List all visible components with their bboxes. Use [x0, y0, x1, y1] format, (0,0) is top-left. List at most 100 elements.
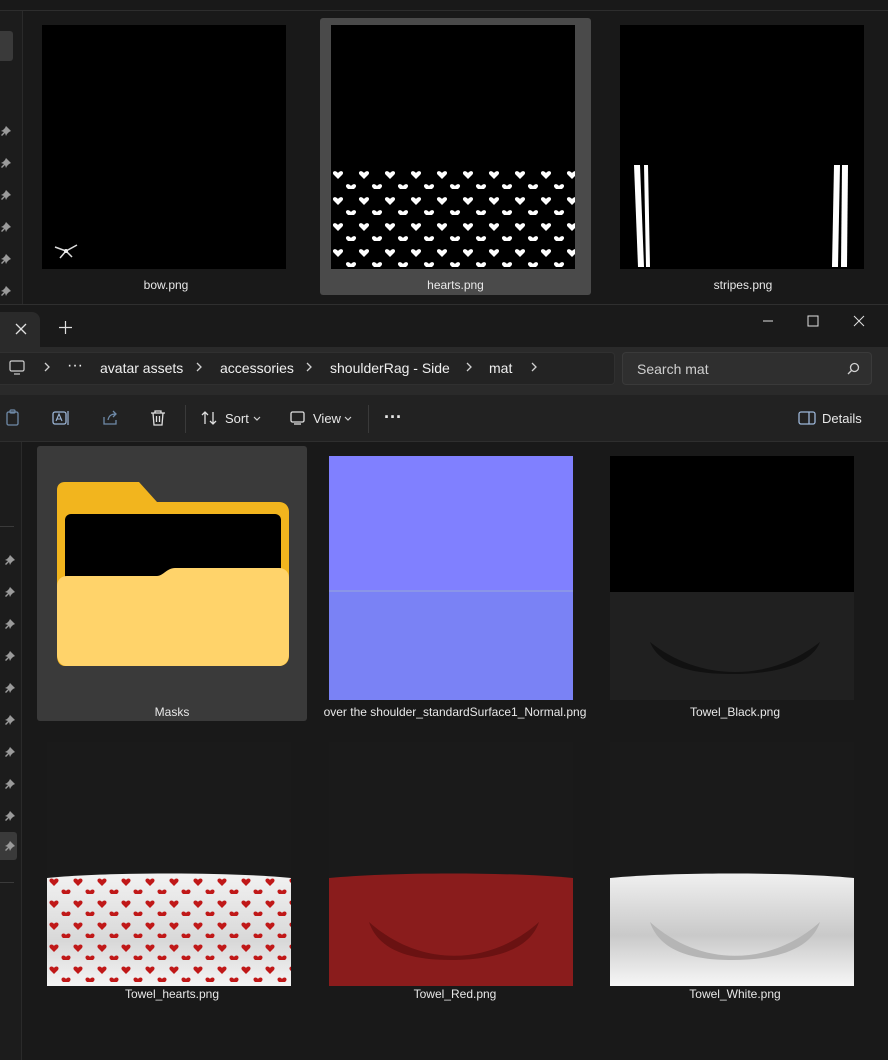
pin-icon[interactable] [0, 221, 12, 233]
pin-icon[interactable] [4, 618, 16, 630]
nav-selected-item[interactable] [0, 31, 13, 61]
sort-button[interactable]: Sort [225, 411, 249, 426]
details-pane-icon[interactable] [798, 409, 816, 427]
hearts-pattern [331, 163, 575, 269]
pin-icon[interactable] [4, 840, 16, 852]
chevron-down-icon[interactable] [253, 416, 261, 422]
file-tile[interactable]: over the shoulder_standardSurface1_Norma… [319, 446, 591, 721]
active-tab[interactable] [0, 312, 40, 347]
chevron-right-icon[interactable] [302, 360, 316, 374]
breadcrumb-overflow[interactable]: ··· [67, 357, 83, 375]
chevron-down-icon[interactable] [344, 416, 352, 422]
pin-icon[interactable] [4, 554, 16, 566]
pin-icon[interactable] [0, 189, 12, 201]
maximize-icon [807, 315, 819, 327]
plus-icon[interactable] [59, 321, 72, 334]
file-explorer-window: ··· avatar assets accessories shoulderRa… [0, 304, 888, 1060]
chevron-right-icon[interactable] [527, 360, 541, 374]
file-name: Towel_Black.png [689, 705, 781, 719]
view-icon[interactable] [289, 409, 307, 427]
breadcrumb-item[interactable]: avatar assets [100, 360, 183, 376]
towel-red-thumbnail [329, 742, 573, 986]
file-name: bow.png [143, 278, 189, 292]
file-name: stripes.png [713, 278, 773, 292]
file-tile-selected[interactable]: hearts.png [320, 18, 591, 295]
pin-icon[interactable] [0, 157, 12, 169]
towel-black-thumbnail [610, 456, 854, 700]
nav-selected-item[interactable] [0, 832, 17, 860]
sort-icon[interactable] [200, 409, 218, 427]
divider [0, 882, 14, 883]
file-name: Masks [154, 705, 190, 719]
details-button[interactable]: Details [822, 411, 862, 426]
divider [185, 405, 186, 433]
chevron-right-icon[interactable] [40, 360, 54, 374]
file-tile[interactable]: Towel_Black.png [600, 446, 870, 721]
pin-icon[interactable] [4, 650, 16, 662]
chevron-right-icon[interactable] [462, 360, 476, 374]
file-tile[interactable]: Towel_White.png [600, 732, 870, 1007]
bow-thumbnail [42, 25, 286, 269]
divider [0, 10, 888, 11]
search-icon[interactable] [847, 362, 860, 375]
share-icon[interactable] [101, 409, 119, 427]
tab-bar [0, 305, 888, 347]
maximize-button[interactable] [790, 305, 836, 337]
stripes-thumbnail [620, 25, 864, 269]
towel-shape [610, 592, 854, 700]
search-input[interactable]: Search mat [637, 361, 709, 377]
command-bar: Sort View ··· Details [0, 395, 888, 442]
breadcrumb-item[interactable]: accessories [220, 360, 294, 376]
more-options-button[interactable]: ··· [384, 407, 402, 428]
file-name: Towel_Red.png [413, 987, 497, 1001]
address-row: ··· avatar assets accessories shoulderRa… [0, 347, 888, 395]
pin-icon[interactable] [4, 682, 16, 694]
hearts-thumbnail [331, 25, 575, 269]
search-box[interactable]: Search mat [622, 352, 872, 385]
pin-icon[interactable] [4, 746, 16, 758]
file-tile[interactable]: stripes.png [609, 18, 877, 294]
file-name: Towel_hearts.png [124, 987, 220, 1001]
close-icon [853, 315, 865, 327]
delete-icon[interactable] [149, 409, 167, 427]
towel-hearts-thumbnail [47, 742, 291, 986]
minimize-icon [763, 320, 773, 322]
chevron-right-icon[interactable] [192, 360, 206, 374]
pin-icon[interactable] [4, 714, 16, 726]
stripes-pattern [634, 165, 848, 267]
file-name: over the shoulder_standardSurface1_Norma… [323, 705, 587, 719]
pin-icon[interactable] [4, 778, 16, 790]
file-name: hearts.png [427, 278, 484, 292]
divider [0, 526, 14, 527]
normal-map-thumbnail [329, 456, 573, 700]
rename-icon[interactable] [52, 409, 70, 427]
file-tile[interactable]: Towel_Red.png [319, 732, 591, 1007]
towel-white-thumbnail [610, 742, 854, 986]
breadcrumb-item[interactable]: shoulderRag - Side [330, 360, 450, 376]
pin-icon[interactable] [4, 586, 16, 598]
paste-icon[interactable] [4, 409, 22, 427]
background-explorer-window: bow.png hearts.png stripes.png [0, 0, 888, 310]
file-tile[interactable]: Towel_hearts.png [37, 732, 307, 1007]
minimize-button[interactable] [745, 305, 791, 337]
navigation-pane [0, 442, 22, 1060]
pin-icon[interactable] [0, 285, 12, 297]
view-button[interactable]: View [313, 411, 341, 426]
towel-shape [610, 873, 854, 986]
monitor-icon[interactable] [9, 360, 25, 375]
file-name: Towel_White.png [689, 987, 781, 1001]
pin-icon[interactable] [4, 810, 16, 822]
towel-shape [329, 873, 573, 986]
folder-tile-selected[interactable]: Masks [37, 446, 307, 721]
divider [368, 405, 369, 433]
bow-shape [54, 244, 78, 259]
file-grid: Masks over the shoulder_standardSurface1… [22, 442, 888, 1060]
towel-shape [47, 873, 291, 986]
folder-icon [57, 482, 289, 666]
close-window-button[interactable] [836, 305, 882, 337]
pin-icon[interactable] [0, 125, 12, 137]
pin-icon[interactable] [0, 253, 12, 265]
file-tile[interactable]: bow.png [32, 18, 300, 294]
breadcrumb-item-current[interactable]: mat [489, 360, 512, 376]
close-icon[interactable] [15, 323, 27, 335]
